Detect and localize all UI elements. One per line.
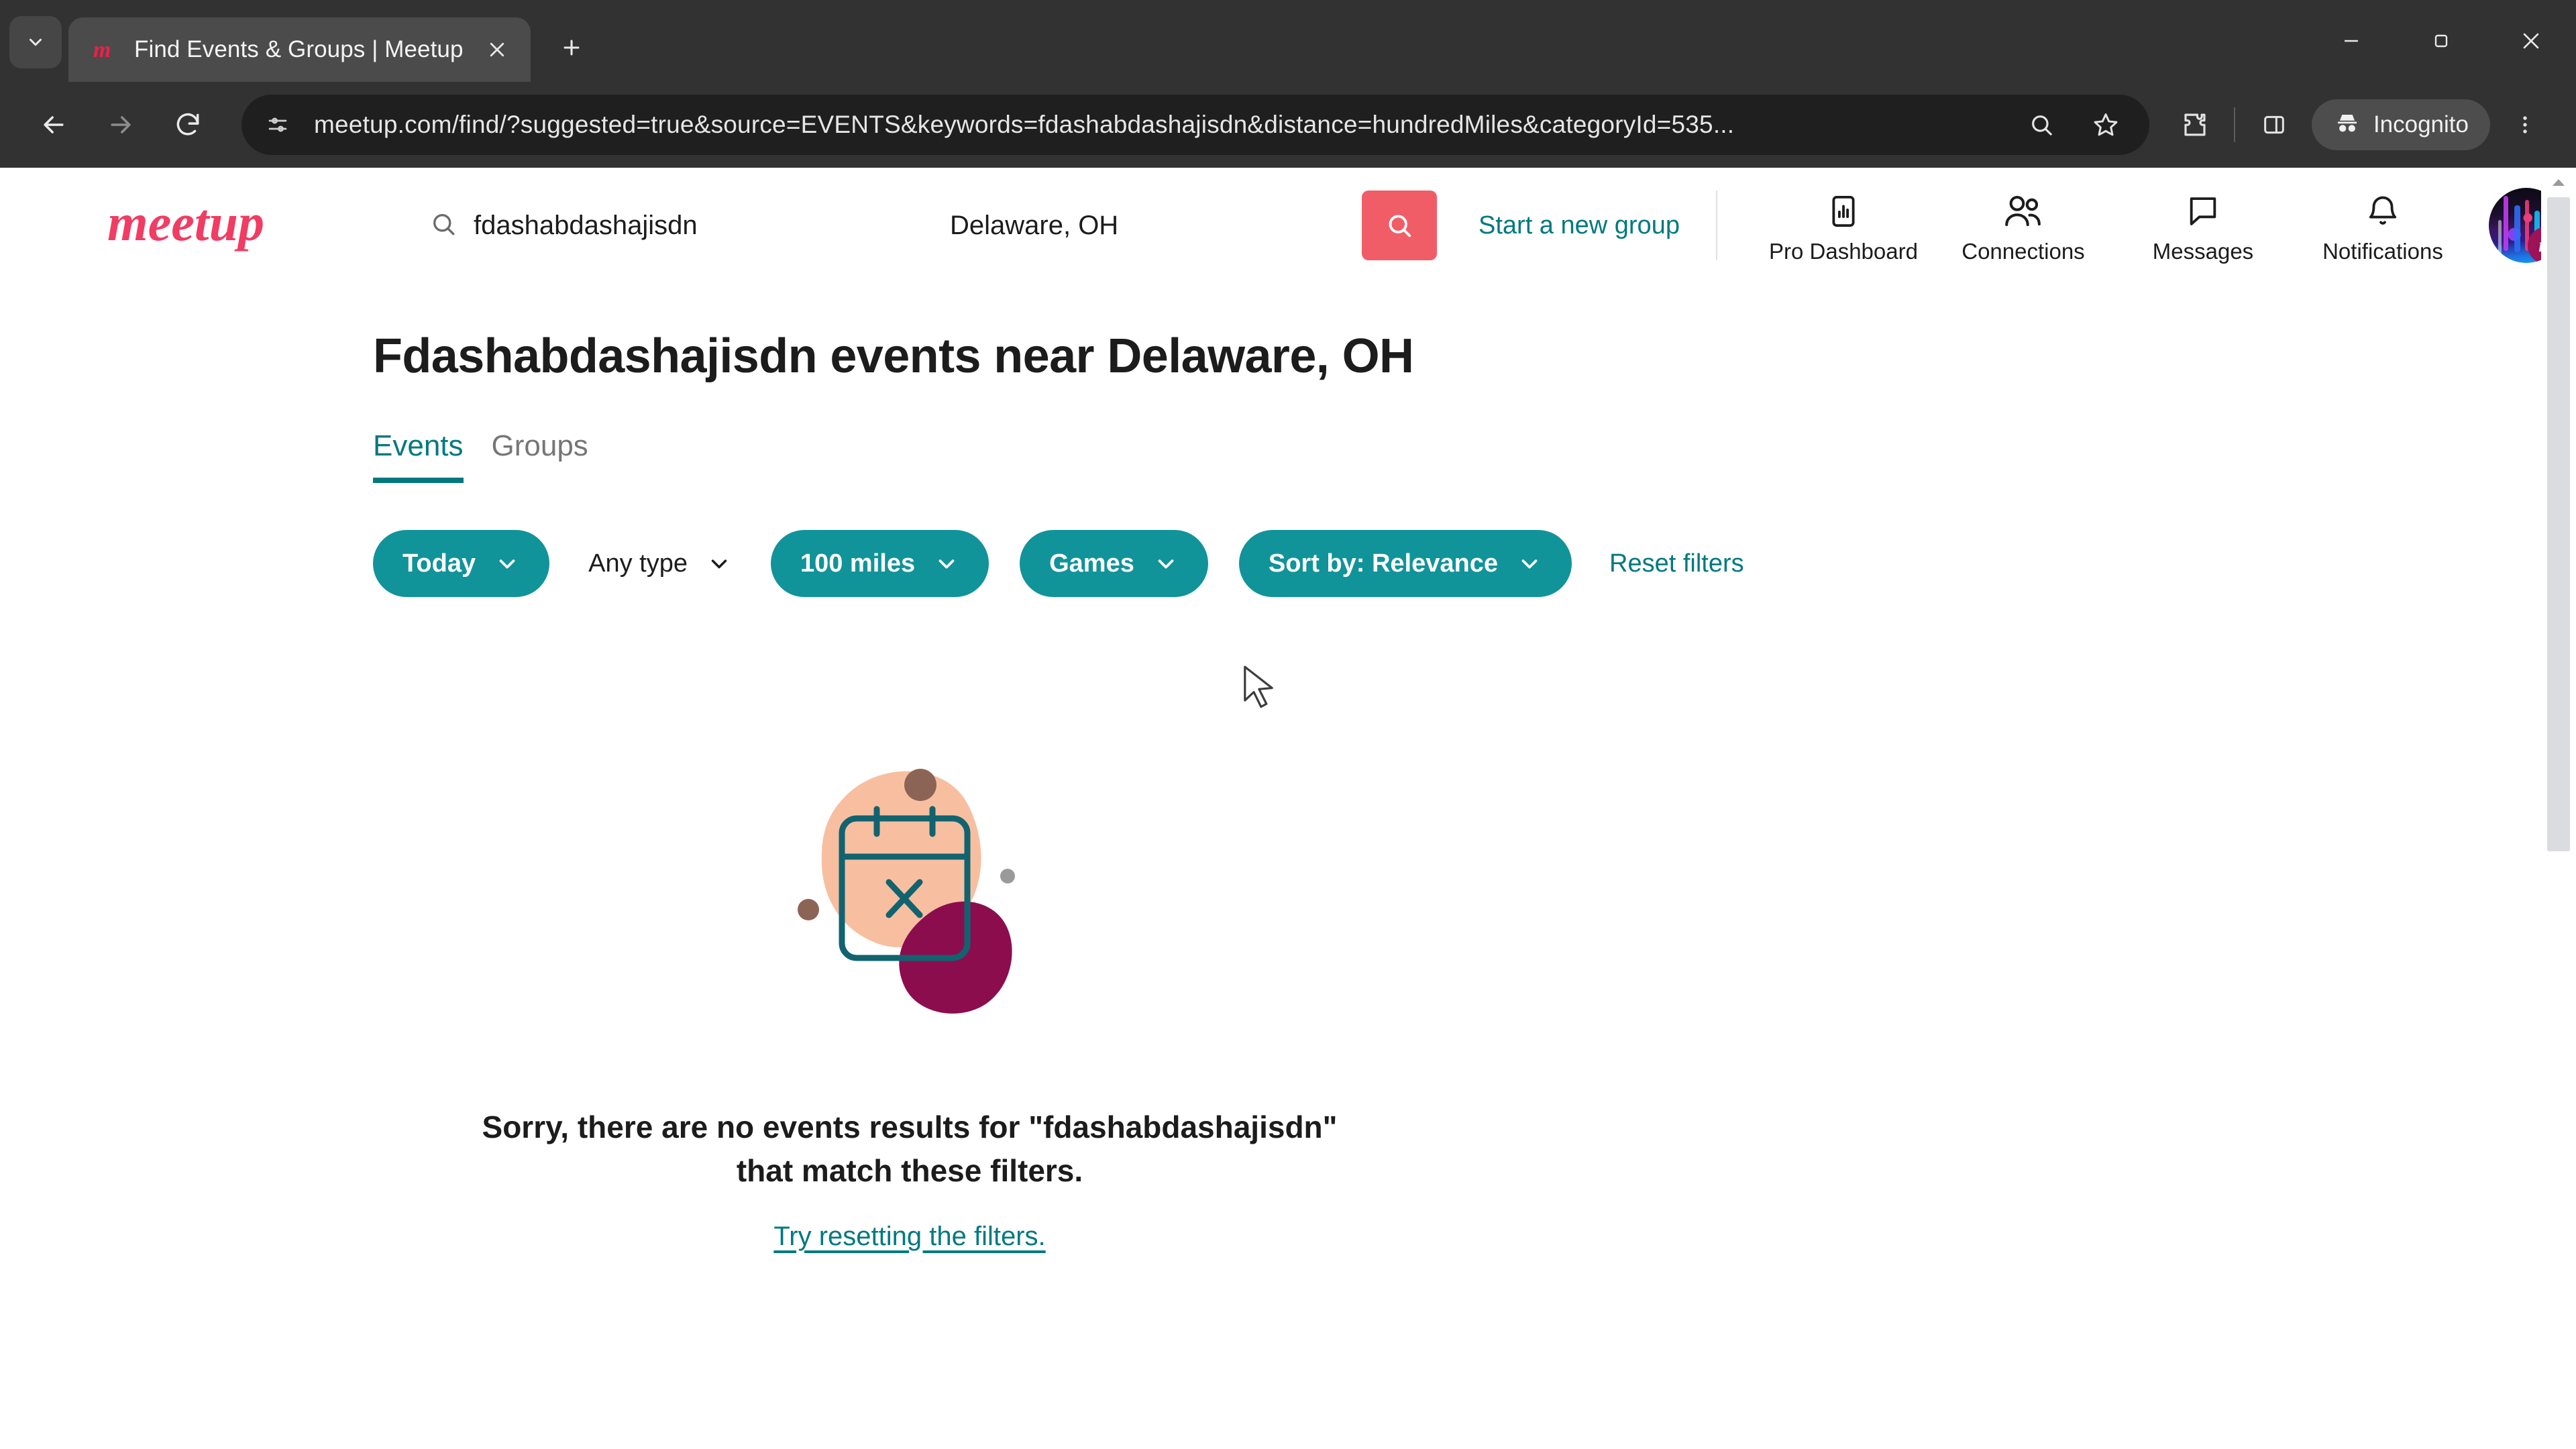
reload-icon[interactable]	[154, 91, 221, 158]
filter-type-chip[interactable]: Any type	[580, 530, 740, 597]
bookmark-star-icon[interactable]	[2082, 101, 2129, 148]
tab-title: Find Events & Groups | Meetup	[134, 36, 464, 62]
site-settings-icon[interactable]	[259, 106, 297, 144]
back-icon[interactable]	[20, 91, 87, 158]
filter-sort-chip[interactable]: Sort by: Relevance	[1238, 530, 1572, 597]
search-icon	[429, 210, 458, 241]
chevron-down-icon	[706, 551, 732, 576]
filter-date-chip[interactable]: Today	[373, 530, 550, 597]
browser-window: m Find Events & Groups | Meetup meetup.c…	[0, 0, 2576, 1449]
new-tab-button[interactable]	[547, 23, 596, 72]
nav-label: Messages	[2152, 239, 2254, 264]
location-search-input[interactable]: Delaware, OH	[950, 211, 1118, 241]
try-resetting-filters-link[interactable]: Try resetting the filters.	[773, 1222, 1045, 1252]
browser-tab[interactable]: m Find Events & Groups | Meetup	[68, 17, 531, 82]
incognito-icon	[2333, 109, 2361, 141]
minimize-icon[interactable]	[2306, 0, 2396, 82]
tab-search-button[interactable]	[9, 16, 62, 68]
chevron-down-icon	[494, 551, 520, 576]
address-bar[interactable]: meetup.com/find/?suggested=true&source=E…	[241, 95, 2149, 155]
search-submit-button[interactable]	[1362, 191, 1437, 260]
nav-item-notifications[interactable]: Notifications	[2293, 186, 2473, 264]
scrollbar-thumb[interactable]	[2547, 197, 2570, 851]
meetup-favicon: m	[91, 36, 119, 64]
page-scrollbar[interactable]	[2541, 168, 2576, 1449]
filter-label: Sort by: Relevance	[1268, 549, 1498, 578]
nav-item-messages[interactable]: Messages	[2113, 186, 2293, 264]
bell-icon	[2365, 186, 2401, 231]
chevron-down-icon	[934, 551, 959, 576]
page-viewport: meetup fdashabdashajisdn Delaware, OH St…	[0, 168, 2576, 1449]
filter-label: Any type	[588, 549, 688, 578]
tab-groups[interactable]: Groups	[492, 429, 588, 483]
keyword-search-field[interactable]: fdashabdashajisdn	[429, 191, 926, 260]
incognito-indicator[interactable]: Incognito	[2311, 99, 2490, 150]
site-header: meetup fdashabdashajisdn Delaware, OH St…	[0, 168, 2564, 283]
header-divider	[1715, 191, 1717, 260]
browser-toolbar: meetup.com/find/?suggested=true&source=E…	[0, 82, 2576, 168]
empty-state-line-2: that match these filters.	[736, 1153, 1083, 1189]
chevron-down-icon	[1517, 551, 1542, 576]
svg-text:meetup: meetup	[107, 193, 264, 252]
filter-category-chip[interactable]: Games	[1020, 530, 1208, 597]
browser-menu-icon[interactable]	[2497, 97, 2553, 153]
people-icon	[2002, 186, 2044, 231]
nav-item-connections[interactable]: Connections	[1933, 186, 2113, 264]
main-content: Fdashabdashajisdn events near Delaware, …	[0, 329, 2541, 1252]
search-icon[interactable]	[2018, 101, 2065, 148]
chat-icon	[2185, 186, 2221, 231]
chevron-down-icon	[1153, 551, 1179, 576]
tab-events[interactable]: Events	[373, 429, 464, 483]
close-icon[interactable]	[2486, 0, 2576, 82]
tab-strip: m Find Events & Groups | Meetup	[0, 0, 2576, 82]
page-title: Fdashabdashajisdn events near Delaware, …	[373, 329, 1414, 383]
reset-filters-link[interactable]: Reset filters	[1609, 549, 1744, 578]
filter-label: Today	[402, 549, 476, 578]
chart-icon	[1825, 186, 1862, 231]
start-a-new-group-link[interactable]: Start a new group	[1479, 211, 1680, 240]
nav-item-pro-dashboard[interactable]: Pro Dashboard	[1754, 186, 1933, 264]
calendar-x-illustration	[765, 755, 1054, 1017]
meetup-logo[interactable]: meetup	[107, 193, 309, 258]
tab-close-icon[interactable]	[478, 31, 516, 68]
filter-label: Games	[1049, 549, 1134, 578]
site-nav: Pro Dashboard Connections Messages Notif…	[1754, 186, 2576, 264]
filter-distance-chip[interactable]: 100 miles	[770, 530, 989, 597]
empty-state: Sorry, there are no events results for "…	[373, 755, 1446, 1252]
empty-state-message: Sorry, there are no events results for "…	[482, 1106, 1338, 1193]
scrollbar-up-arrow[interactable]	[2541, 168, 2576, 197]
results-tabs: Events Groups	[373, 429, 2541, 483]
svg-text:m: m	[93, 38, 111, 62]
meetup-page: meetup fdashabdashajisdn Delaware, OH St…	[0, 168, 2564, 1449]
nav-label: Notifications	[2322, 239, 2443, 264]
toolbar-divider	[2233, 107, 2235, 142]
incognito-label: Incognito	[2373, 111, 2469, 138]
window-controls	[2306, 0, 2576, 82]
empty-state-line-1: Sorry, there are no events results for "…	[482, 1110, 1338, 1144]
keyword-search-input[interactable]: fdashabdashajisdn	[474, 211, 698, 241]
forward-icon[interactable]	[87, 91, 154, 158]
filter-bar: Today Any type 100 miles Games Sort by: …	[373, 530, 2541, 597]
url-text: meetup.com/find/?suggested=true&source=E…	[314, 111, 1735, 138]
site-search: fdashabdashajisdn Delaware, OH Start a n…	[429, 191, 1754, 260]
nav-label: Pro Dashboard	[1768, 239, 1918, 264]
maximize-icon[interactable]	[2396, 0, 2486, 82]
nav-label: Connections	[1962, 239, 2085, 264]
filter-label: 100 miles	[800, 549, 916, 578]
extensions-icon[interactable]	[2167, 97, 2223, 153]
location-search-field[interactable]: Delaware, OH	[926, 191, 1355, 260]
side-panel-icon[interactable]	[2246, 97, 2302, 153]
